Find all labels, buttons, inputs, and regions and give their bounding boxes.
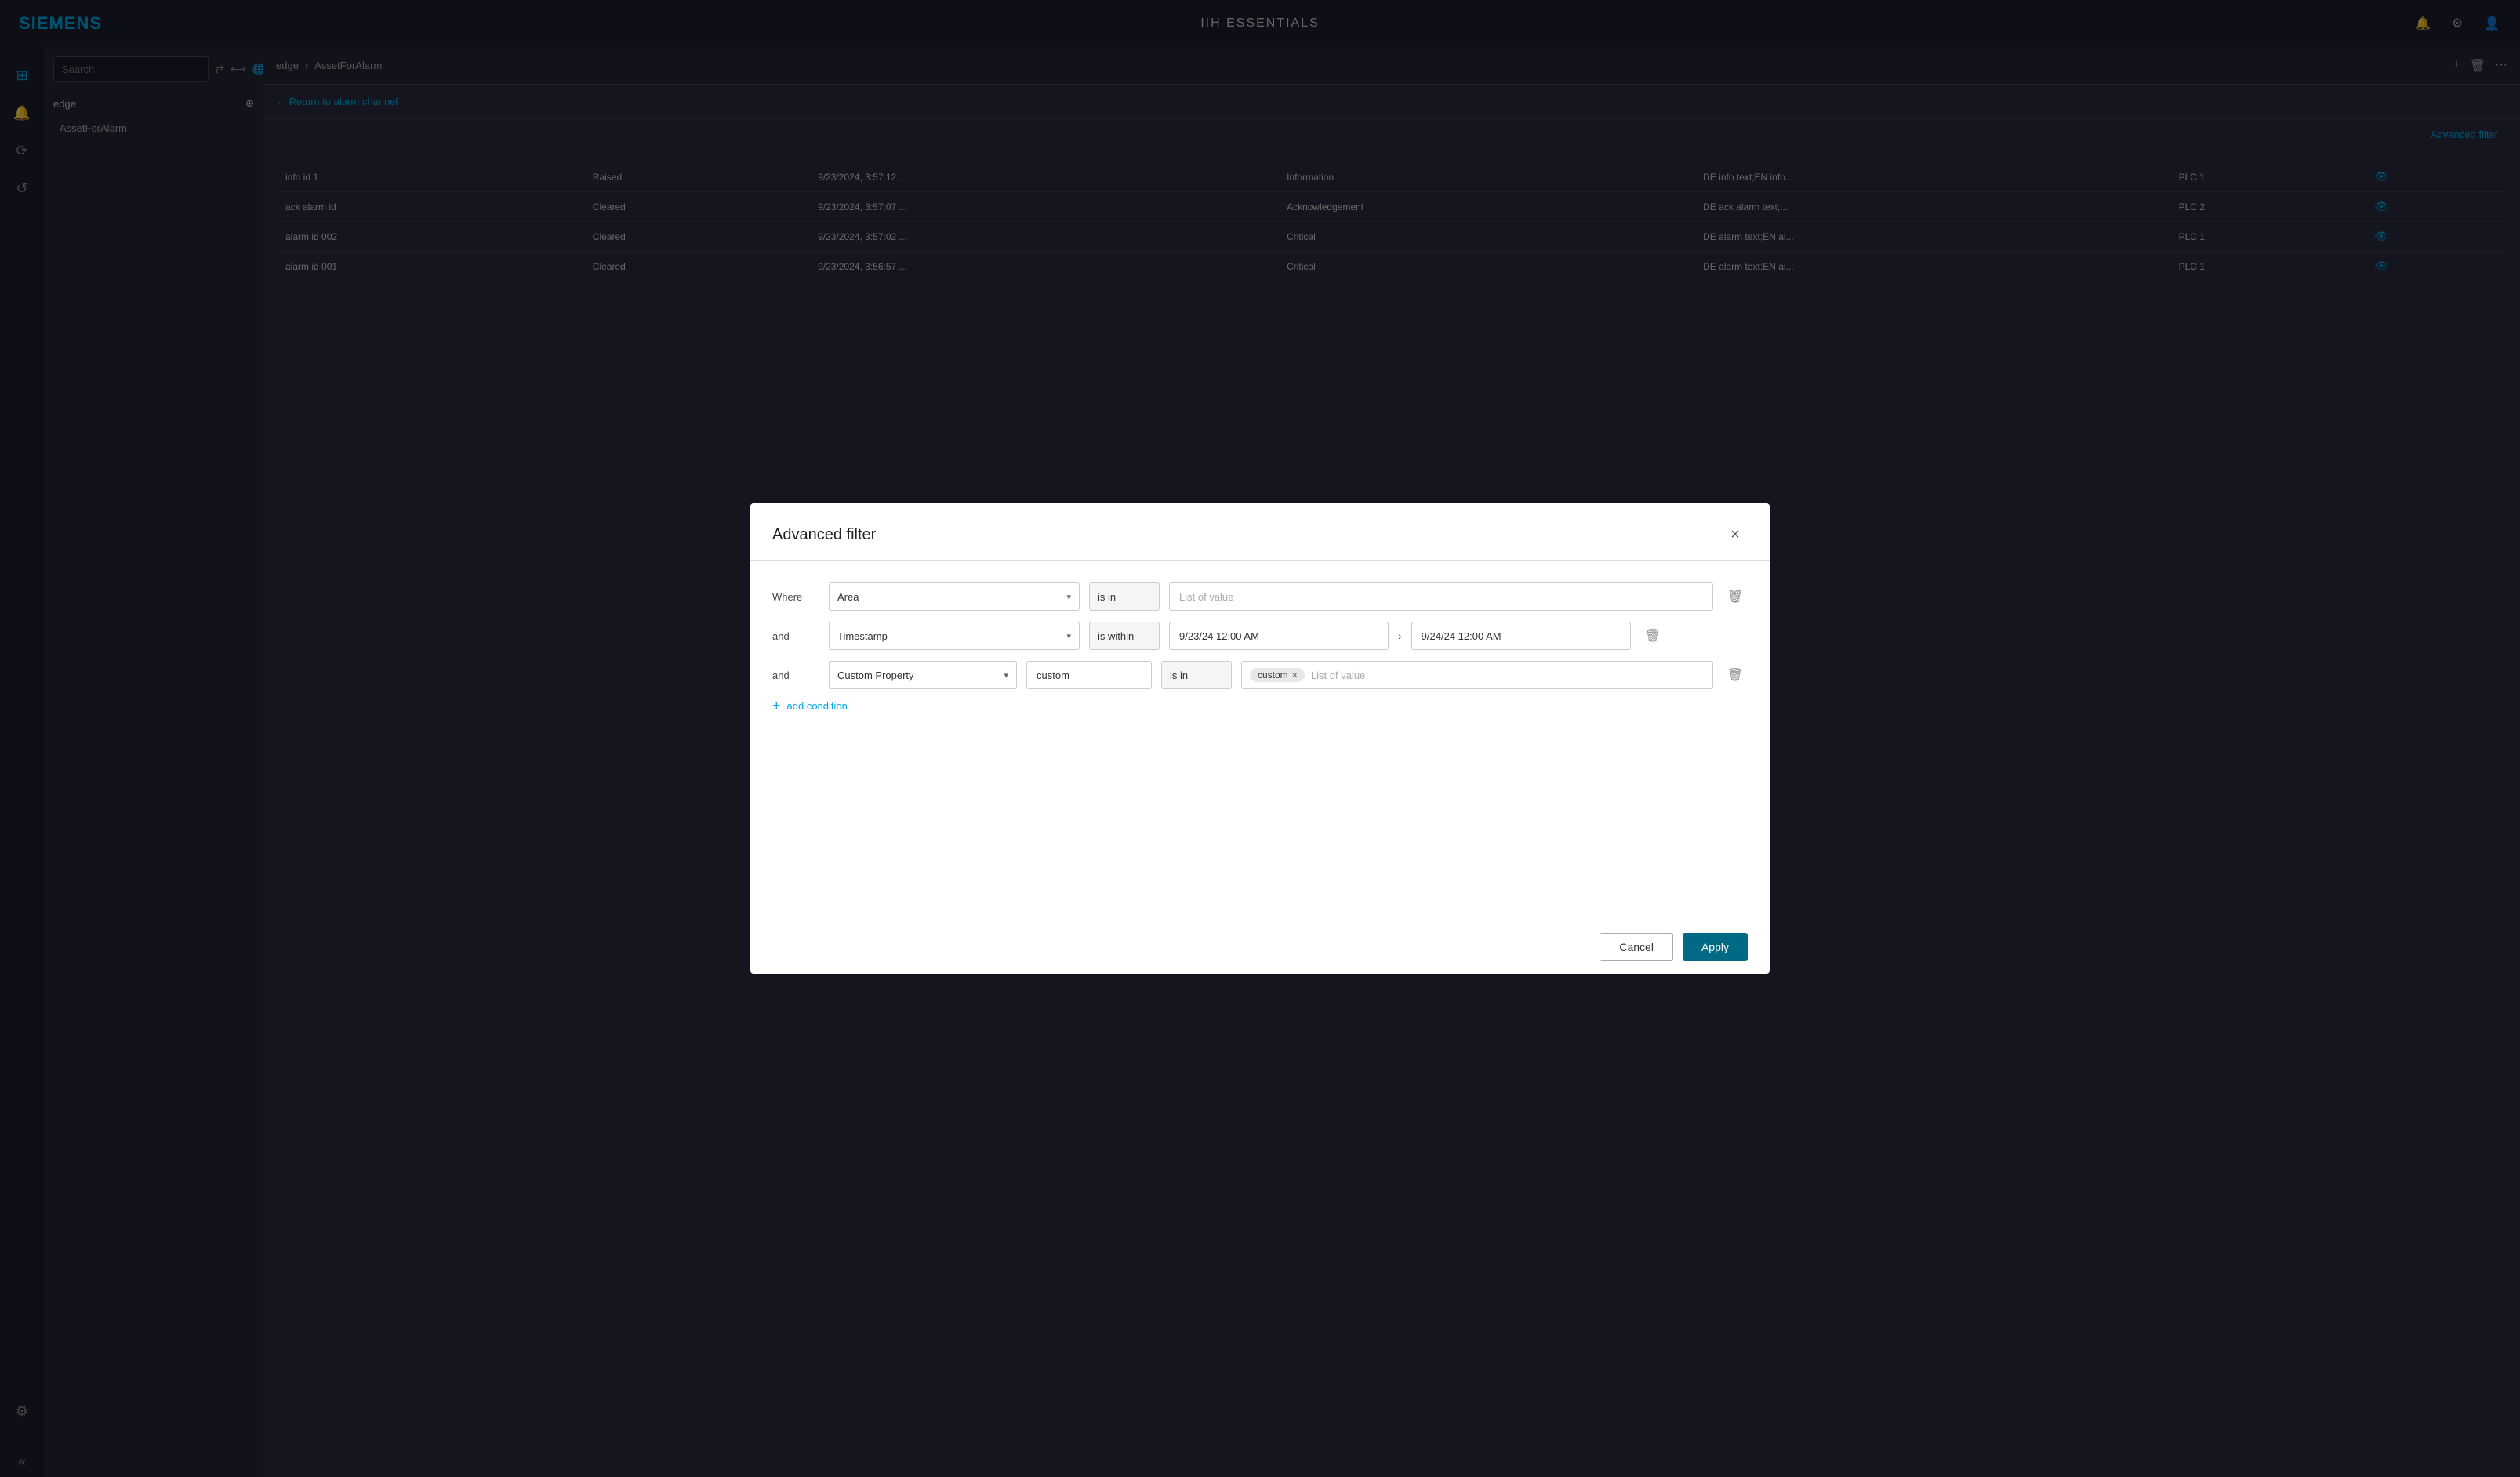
- filter-row-1: Where Area ▾ is in List of value 🗑: [772, 582, 1748, 611]
- apply-button[interactable]: Apply: [1683, 933, 1748, 961]
- filter-value-list[interactable]: List of value: [1169, 582, 1713, 611]
- filter-date-start[interactable]: 9/23/24 12:00 AM: [1169, 622, 1389, 650]
- chevron-down-icon: ▾: [1004, 670, 1008, 680]
- custom-tag: custom ✕: [1250, 668, 1305, 682]
- chevron-down-icon: ▾: [1066, 631, 1071, 641]
- modal-body: Where Area ▾ is in List of value 🗑 and T…: [750, 561, 1770, 920]
- modal-header: Advanced filter ×: [750, 503, 1770, 561]
- filter-row-3: and Custom Property ▾ custom is in custo…: [772, 661, 1748, 689]
- filter-value-with-tag[interactable]: custom ✕ List of value: [1241, 661, 1713, 689]
- chevron-down-icon: ▾: [1066, 592, 1071, 602]
- modal-title: Advanced filter: [772, 526, 876, 544]
- filter-label-and-1: and: [772, 630, 819, 642]
- filter-operator-is-in-3: is in: [1161, 661, 1232, 689]
- tag-value-placeholder: List of value: [1311, 670, 1365, 681]
- tag-close-icon[interactable]: ✕: [1291, 670, 1298, 680]
- filter-label-where: Where: [772, 591, 819, 603]
- advanced-filter-modal: Advanced filter × Where Area ▾ is in Lis…: [750, 503, 1770, 974]
- custom-property-field-label: Custom Property: [837, 670, 914, 681]
- filter-field-timestamp-select[interactable]: Timestamp ▾: [829, 622, 1080, 650]
- cancel-button[interactable]: Cancel: [1600, 933, 1673, 961]
- filter-row-2-delete-button[interactable]: 🗑: [1640, 623, 1665, 648]
- area-field-label: Area: [837, 591, 859, 603]
- add-condition-label: add condition: [787, 700, 848, 712]
- date-start-value: 9/23/24 12:00 AM: [1179, 630, 1259, 642]
- date-range-arrow-icon: ›: [1398, 630, 1402, 642]
- filter-rows: Where Area ▾ is in List of value 🗑 and T…: [772, 582, 1748, 689]
- filter-row-1-delete-button[interactable]: 🗑: [1723, 584, 1748, 609]
- tag-label: custom: [1258, 670, 1288, 680]
- custom-text-value: custom: [1037, 670, 1069, 681]
- filter-operator-is-within: is within: [1089, 622, 1160, 650]
- add-condition-plus-icon: +: [772, 699, 781, 713]
- modal-footer: Cancel Apply: [750, 920, 1770, 974]
- filter-field-custom-property-select[interactable]: Custom Property ▾: [829, 661, 1017, 689]
- filter-row-3-delete-button[interactable]: 🗑: [1723, 662, 1748, 688]
- modal-close-button[interactable]: ×: [1723, 522, 1748, 547]
- date-end-value: 9/24/24 12:00 AM: [1422, 630, 1501, 642]
- custom-property-text-input[interactable]: custom: [1026, 661, 1152, 689]
- filter-date-end[interactable]: 9/24/24 12:00 AM: [1411, 622, 1631, 650]
- add-condition-button[interactable]: + add condition: [772, 695, 1748, 716]
- filter-row-2: and Timestamp ▾ is within 9/23/24 12:00 …: [772, 622, 1748, 650]
- filter-value-placeholder: List of value: [1179, 591, 1233, 603]
- filter-field-area-select[interactable]: Area ▾: [829, 582, 1080, 611]
- filter-label-and-2: and: [772, 670, 819, 681]
- filter-operator-is-in: is in: [1089, 582, 1160, 611]
- timestamp-field-label: Timestamp: [837, 630, 888, 642]
